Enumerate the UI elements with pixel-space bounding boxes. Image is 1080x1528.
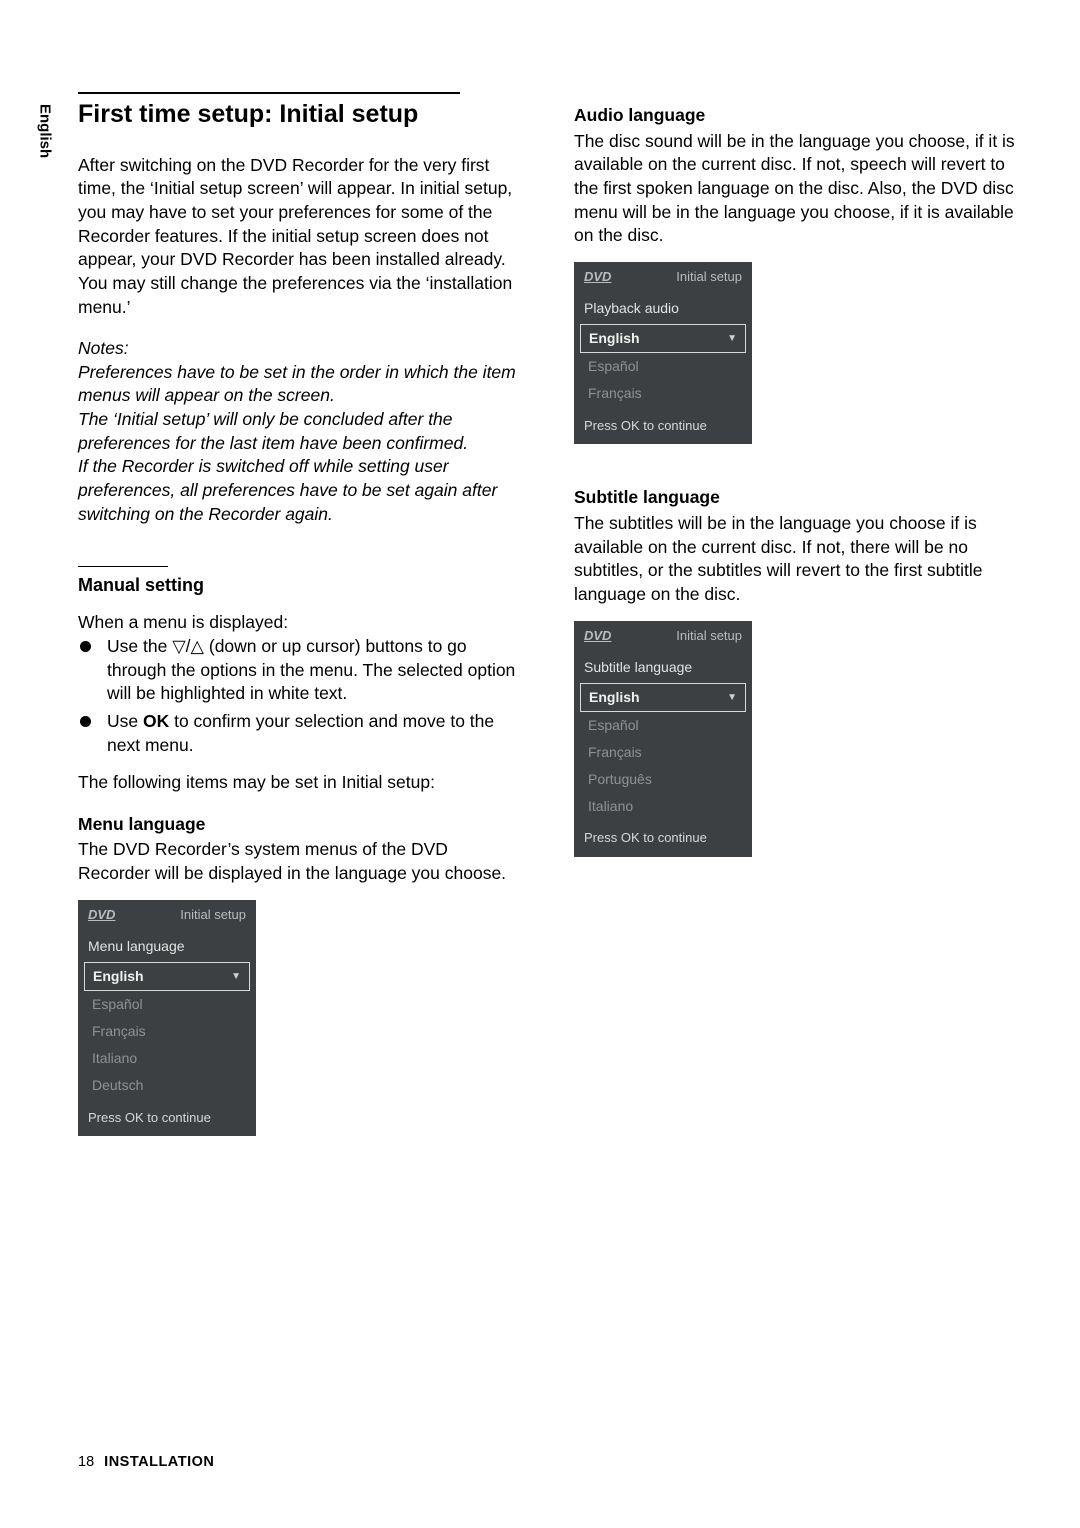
text-fragment: Use the bbox=[107, 636, 172, 656]
note-3: If the Recorder is switched off while se… bbox=[78, 455, 524, 526]
osd-header: DVD Initial setup bbox=[78, 900, 256, 926]
menu-language-body: The DVD Recorder’s system menus of the D… bbox=[78, 838, 524, 885]
osd-footer: Press OK to continue bbox=[574, 819, 752, 849]
osd-option[interactable]: Español bbox=[84, 991, 250, 1018]
osd-option-selected[interactable]: English ▼ bbox=[580, 324, 746, 353]
osd-option[interactable]: Español bbox=[580, 353, 746, 380]
option-label: English bbox=[589, 329, 640, 348]
osd-option[interactable]: Deutsch bbox=[84, 1072, 250, 1099]
osd-subtitle-language: DVD Initial setup Subtitle language Engl… bbox=[574, 621, 752, 857]
following-items-text: The following items may be set in Initia… bbox=[78, 771, 524, 795]
list-item-text: Use OK to confirm your selection and mov… bbox=[107, 710, 524, 757]
language-tab: English bbox=[34, 104, 54, 158]
osd-option[interactable]: Français bbox=[84, 1018, 250, 1045]
osd-option-list: English ▼ Español Français bbox=[574, 324, 752, 407]
dvd-logo: DVD bbox=[584, 268, 611, 286]
osd-menu-language: DVD Initial setup Menu language English ▼… bbox=[78, 900, 256, 1136]
osd-footer: Press OK to continue bbox=[574, 407, 752, 437]
manual-intro: When a menu is displayed: bbox=[78, 611, 524, 635]
intro-paragraph: After switching on the DVD Recorder for … bbox=[78, 154, 524, 319]
page-footer: 18 INSTALLATION bbox=[78, 1453, 214, 1473]
page-content: First time setup: Initial setup After sw… bbox=[78, 92, 1020, 1136]
audio-language-heading: Audio language bbox=[574, 104, 1020, 128]
up-cursor-icon bbox=[191, 636, 204, 656]
page-number: 18 bbox=[78, 1454, 94, 1470]
osd-subheading: Subtitle language bbox=[574, 646, 752, 683]
section-rule bbox=[78, 566, 168, 567]
osd-header: DVD Initial setup bbox=[574, 621, 752, 647]
osd-option-list: English ▼ Español Français Português Ital… bbox=[574, 683, 752, 819]
osd-title: Initial setup bbox=[180, 906, 246, 924]
osd-title: Initial setup bbox=[676, 268, 742, 286]
audio-language-body: The disc sound will be in the language y… bbox=[574, 130, 1020, 248]
osd-footer: Press OK to continue bbox=[78, 1099, 256, 1129]
subtitle-language-heading: Subtitle language bbox=[574, 486, 1020, 510]
osd-option[interactable]: Português bbox=[580, 766, 746, 793]
down-arrow-icon: ▼ bbox=[727, 691, 737, 705]
menu-language-heading: Menu language bbox=[78, 813, 524, 837]
osd-option[interactable]: Italiano bbox=[84, 1045, 250, 1072]
dvd-logo: DVD bbox=[584, 627, 611, 645]
down-cursor-icon bbox=[172, 636, 185, 656]
ok-key-label: OK bbox=[143, 711, 169, 731]
note-2: The ‘Initial setup’ will only be conclud… bbox=[78, 408, 524, 455]
osd-subheading: Playback audio bbox=[574, 287, 752, 324]
osd-option[interactable]: Français bbox=[580, 380, 746, 407]
osd-option-list: English ▼ Español Français Italiano Deuts… bbox=[78, 962, 256, 1098]
down-arrow-icon: ▼ bbox=[231, 970, 241, 984]
osd-option-selected[interactable]: English ▼ bbox=[580, 683, 746, 712]
list-item-text: Use the / (down or up cursor) buttons to… bbox=[107, 635, 524, 706]
osd-option[interactable]: Italiano bbox=[580, 793, 746, 820]
right-column: Audio language The disc sound will be in… bbox=[574, 92, 1020, 1136]
left-column: First time setup: Initial setup After sw… bbox=[78, 92, 524, 1136]
bullet-icon bbox=[80, 716, 91, 727]
option-label: English bbox=[589, 688, 640, 707]
footer-section: INSTALLATION bbox=[104, 1454, 214, 1470]
manual-steps-list: Use the / (down or up cursor) buttons to… bbox=[78, 635, 524, 757]
page-title: First time setup: Initial setup bbox=[78, 98, 524, 132]
osd-header: DVD Initial setup bbox=[574, 262, 752, 288]
note-1: Preferences have to be set in the order … bbox=[78, 361, 524, 408]
osd-option-selected[interactable]: English ▼ bbox=[84, 962, 250, 991]
subtitle-language-body: The subtitles will be in the language yo… bbox=[574, 512, 1020, 607]
dvd-logo: DVD bbox=[88, 906, 115, 924]
title-rule bbox=[78, 92, 460, 94]
list-item: Use OK to confirm your selection and mov… bbox=[78, 710, 524, 757]
osd-subheading: Menu language bbox=[78, 925, 256, 962]
option-label: English bbox=[93, 967, 144, 986]
osd-title: Initial setup bbox=[676, 627, 742, 645]
list-item: Use the / (down or up cursor) buttons to… bbox=[78, 635, 524, 706]
osd-option[interactable]: Español bbox=[580, 712, 746, 739]
manual-setting-heading: Manual setting bbox=[78, 573, 524, 597]
text-fragment: Use bbox=[107, 711, 143, 731]
osd-playback-audio: DVD Initial setup Playback audio English… bbox=[574, 262, 752, 445]
osd-option[interactable]: Français bbox=[580, 739, 746, 766]
notes-heading: Notes: bbox=[78, 337, 524, 361]
down-arrow-icon: ▼ bbox=[727, 332, 737, 346]
bullet-icon bbox=[80, 641, 91, 652]
